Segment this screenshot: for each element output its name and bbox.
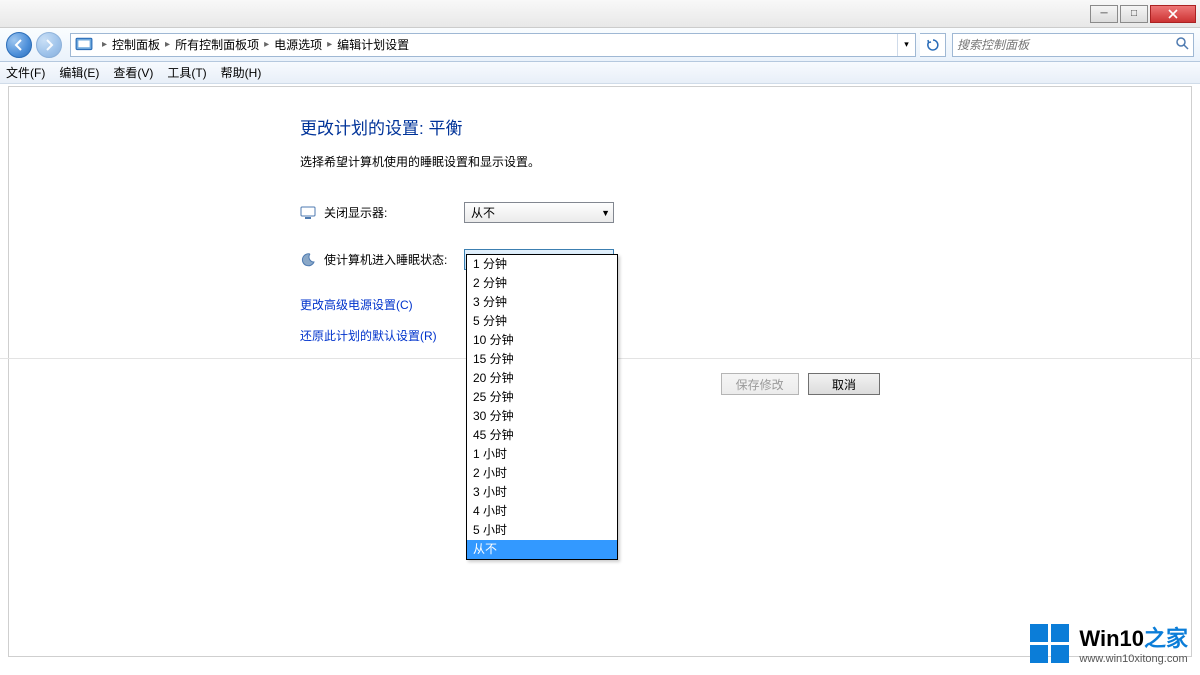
chevron-right-icon: ▸ bbox=[102, 39, 107, 50]
search-input[interactable] bbox=[957, 38, 1189, 52]
dropdown-option[interactable]: 2 小时 bbox=[467, 464, 617, 483]
dropdown-option[interactable]: 25 分钟 bbox=[467, 388, 617, 407]
back-arrow-icon bbox=[13, 39, 25, 51]
dropdown-option[interactable]: 2 分钟 bbox=[467, 274, 617, 293]
forward-button[interactable] bbox=[36, 32, 62, 58]
breadcrumb-item[interactable]: 控制面板 bbox=[112, 36, 160, 53]
refresh-icon bbox=[926, 38, 940, 52]
breadcrumb: ▸ 控制面板 ▸ 所有控制面板项 ▸ 电源选项 ▸ 编辑计划设置 bbox=[97, 36, 897, 53]
menu-bar: 文件(F) 编辑(E) 查看(V) 工具(T) 帮助(H) bbox=[0, 62, 1200, 84]
page-title: 更改计划的设置: 平衡 bbox=[300, 114, 1200, 139]
chevron-right-icon: ▸ bbox=[327, 39, 332, 50]
dropdown-option[interactable]: 3 小时 bbox=[467, 483, 617, 502]
display-off-combo[interactable]: 从不 ▼ bbox=[464, 202, 614, 223]
menu-tools[interactable]: 工具(T) bbox=[167, 64, 206, 81]
dropdown-option[interactable]: 3 分钟 bbox=[467, 293, 617, 312]
link-restore-defaults[interactable]: 还原此计划的默认设置(R) bbox=[300, 327, 1200, 344]
window-titlebar: ─ □ bbox=[0, 0, 1200, 28]
breadcrumb-item[interactable]: 编辑计划设置 bbox=[337, 36, 409, 53]
watermark-brand: Win10之家 bbox=[1079, 621, 1188, 653]
menu-edit[interactable]: 编辑(E) bbox=[59, 64, 99, 81]
watermark: Win10之家 www.win10xitong.com bbox=[1030, 621, 1188, 665]
minimize-icon: ─ bbox=[1100, 8, 1107, 19]
dropdown-option[interactable]: 30 分钟 bbox=[467, 407, 617, 426]
chevron-down-icon: ▾ bbox=[904, 39, 909, 50]
dropdown-option[interactable]: 1 小时 bbox=[467, 445, 617, 464]
close-button[interactable] bbox=[1150, 5, 1196, 23]
page-subtitle: 选择希望计算机使用的睡眠设置和显示设置。 bbox=[300, 153, 1200, 170]
chevron-right-icon: ▸ bbox=[165, 39, 170, 50]
back-button[interactable] bbox=[6, 32, 32, 58]
minimize-button[interactable]: ─ bbox=[1090, 5, 1118, 23]
cancel-button[interactable]: 取消 bbox=[808, 373, 880, 395]
sleep-dropdown-list[interactable]: 1 分钟2 分钟3 分钟5 分钟10 分钟15 分钟20 分钟25 分钟30 分… bbox=[466, 254, 618, 560]
sleep-label: 使计算机进入睡眠状态: bbox=[324, 251, 464, 268]
link-advanced-power[interactable]: 更改高级电源设置(C) bbox=[300, 296, 1200, 313]
breadcrumb-item[interactable]: 电源选项 bbox=[274, 36, 322, 53]
setting-display-off: 关闭显示器: 从不 ▼ bbox=[300, 202, 1200, 223]
dropdown-option[interactable]: 5 小时 bbox=[467, 521, 617, 540]
menu-view[interactable]: 查看(V) bbox=[113, 64, 153, 81]
maximize-button[interactable]: □ bbox=[1120, 5, 1148, 23]
dropdown-option[interactable]: 10 分钟 bbox=[467, 331, 617, 350]
refresh-button[interactable] bbox=[920, 33, 946, 57]
chevron-down-icon: ▼ bbox=[601, 208, 610, 218]
display-icon bbox=[300, 205, 316, 221]
forward-arrow-icon bbox=[43, 39, 55, 51]
breadcrumb-item[interactable]: 所有控制面板项 bbox=[175, 36, 259, 53]
address-bar[interactable]: ▸ 控制面板 ▸ 所有控制面板项 ▸ 电源选项 ▸ 编辑计划设置 ▾ bbox=[70, 33, 916, 57]
dropdown-option[interactable]: 15 分钟 bbox=[467, 350, 617, 369]
close-icon bbox=[1168, 9, 1178, 19]
dropdown-option[interactable]: 4 小时 bbox=[467, 502, 617, 521]
menu-file[interactable]: 文件(F) bbox=[6, 64, 45, 81]
display-off-value: 从不 bbox=[471, 204, 495, 221]
navigation-bar: ▸ 控制面板 ▸ 所有控制面板项 ▸ 电源选项 ▸ 编辑计划设置 ▾ bbox=[0, 28, 1200, 62]
watermark-url: www.win10xitong.com bbox=[1079, 653, 1188, 665]
moon-icon bbox=[300, 252, 316, 268]
setting-sleep: 使计算机进入睡眠状态: 从不 ▼ bbox=[300, 249, 1200, 270]
display-off-label: 关闭显示器: bbox=[324, 204, 464, 221]
maximize-icon: □ bbox=[1131, 8, 1137, 19]
dropdown-option[interactable]: 1 分钟 bbox=[467, 255, 617, 274]
dropdown-option[interactable]: 20 分钟 bbox=[467, 369, 617, 388]
dropdown-option[interactable]: 45 分钟 bbox=[467, 426, 617, 445]
save-button: 保存修改 bbox=[721, 373, 799, 395]
dropdown-option[interactable]: 5 分钟 bbox=[467, 312, 617, 331]
control-panel-icon bbox=[75, 36, 93, 54]
chevron-right-icon: ▸ bbox=[264, 39, 269, 50]
watermark-logo-icon bbox=[1030, 624, 1069, 663]
search-box[interactable] bbox=[952, 33, 1194, 57]
dropdown-option[interactable]: 从不 bbox=[467, 540, 617, 559]
search-icon bbox=[1175, 36, 1189, 53]
menu-help[interactable]: 帮助(H) bbox=[221, 64, 262, 81]
address-dropdown-button[interactable]: ▾ bbox=[897, 34, 915, 56]
